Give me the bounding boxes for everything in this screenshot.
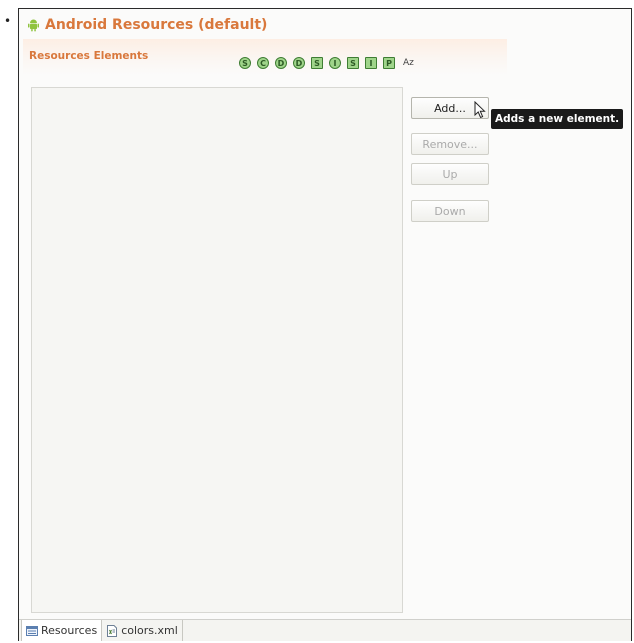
editor-tabs: Resources colors.xml	[19, 619, 631, 641]
resources-icon	[26, 625, 38, 636]
xml-file-icon	[107, 624, 118, 637]
dimension-type-icon[interactable]: D	[275, 57, 287, 69]
tab-resources[interactable]: Resources	[21, 620, 103, 641]
integer-array-type-icon[interactable]: I	[365, 57, 377, 69]
mouse-pointer-icon	[474, 101, 486, 119]
item-type-icon[interactable]: I	[329, 57, 341, 69]
resource-elements-list[interactable]	[31, 87, 403, 613]
add-button-tooltip: Adds a new element.	[491, 109, 624, 129]
color-type-icon[interactable]: C	[257, 57, 269, 69]
resource-type-filters: S C D D S I S I P Az	[239, 57, 414, 69]
android-resources-editor: Android Resources (default) Resources El…	[18, 8, 632, 641]
down-button[interactable]: Down	[411, 200, 489, 222]
drawable-type-icon[interactable]: D	[293, 57, 305, 69]
section-title: Resources Elements	[29, 50, 149, 62]
style-type-icon[interactable]: S	[311, 57, 323, 69]
remove-button[interactable]: Remove...	[411, 133, 489, 155]
string-type-icon[interactable]: S	[239, 57, 251, 69]
plurals-type-icon[interactable]: P	[383, 57, 395, 69]
tab-colors-xml[interactable]: colors.xml	[102, 620, 183, 641]
editor-header: Android Resources (default)	[27, 15, 267, 35]
list-bullet: •	[4, 14, 12, 28]
editor-title: Android Resources (default)	[45, 17, 268, 33]
tab-resources-label: Resources	[41, 624, 98, 637]
up-button[interactable]: Up	[411, 163, 489, 185]
string-array-type-icon[interactable]: S	[347, 57, 359, 69]
android-icon	[28, 19, 39, 32]
sort-alphabetical-icon[interactable]: Az	[403, 58, 414, 68]
resources-elements-section: Resources Elements S C D D S I S I P Az	[23, 39, 507, 75]
tab-colors-xml-label: colors.xml	[121, 624, 178, 637]
